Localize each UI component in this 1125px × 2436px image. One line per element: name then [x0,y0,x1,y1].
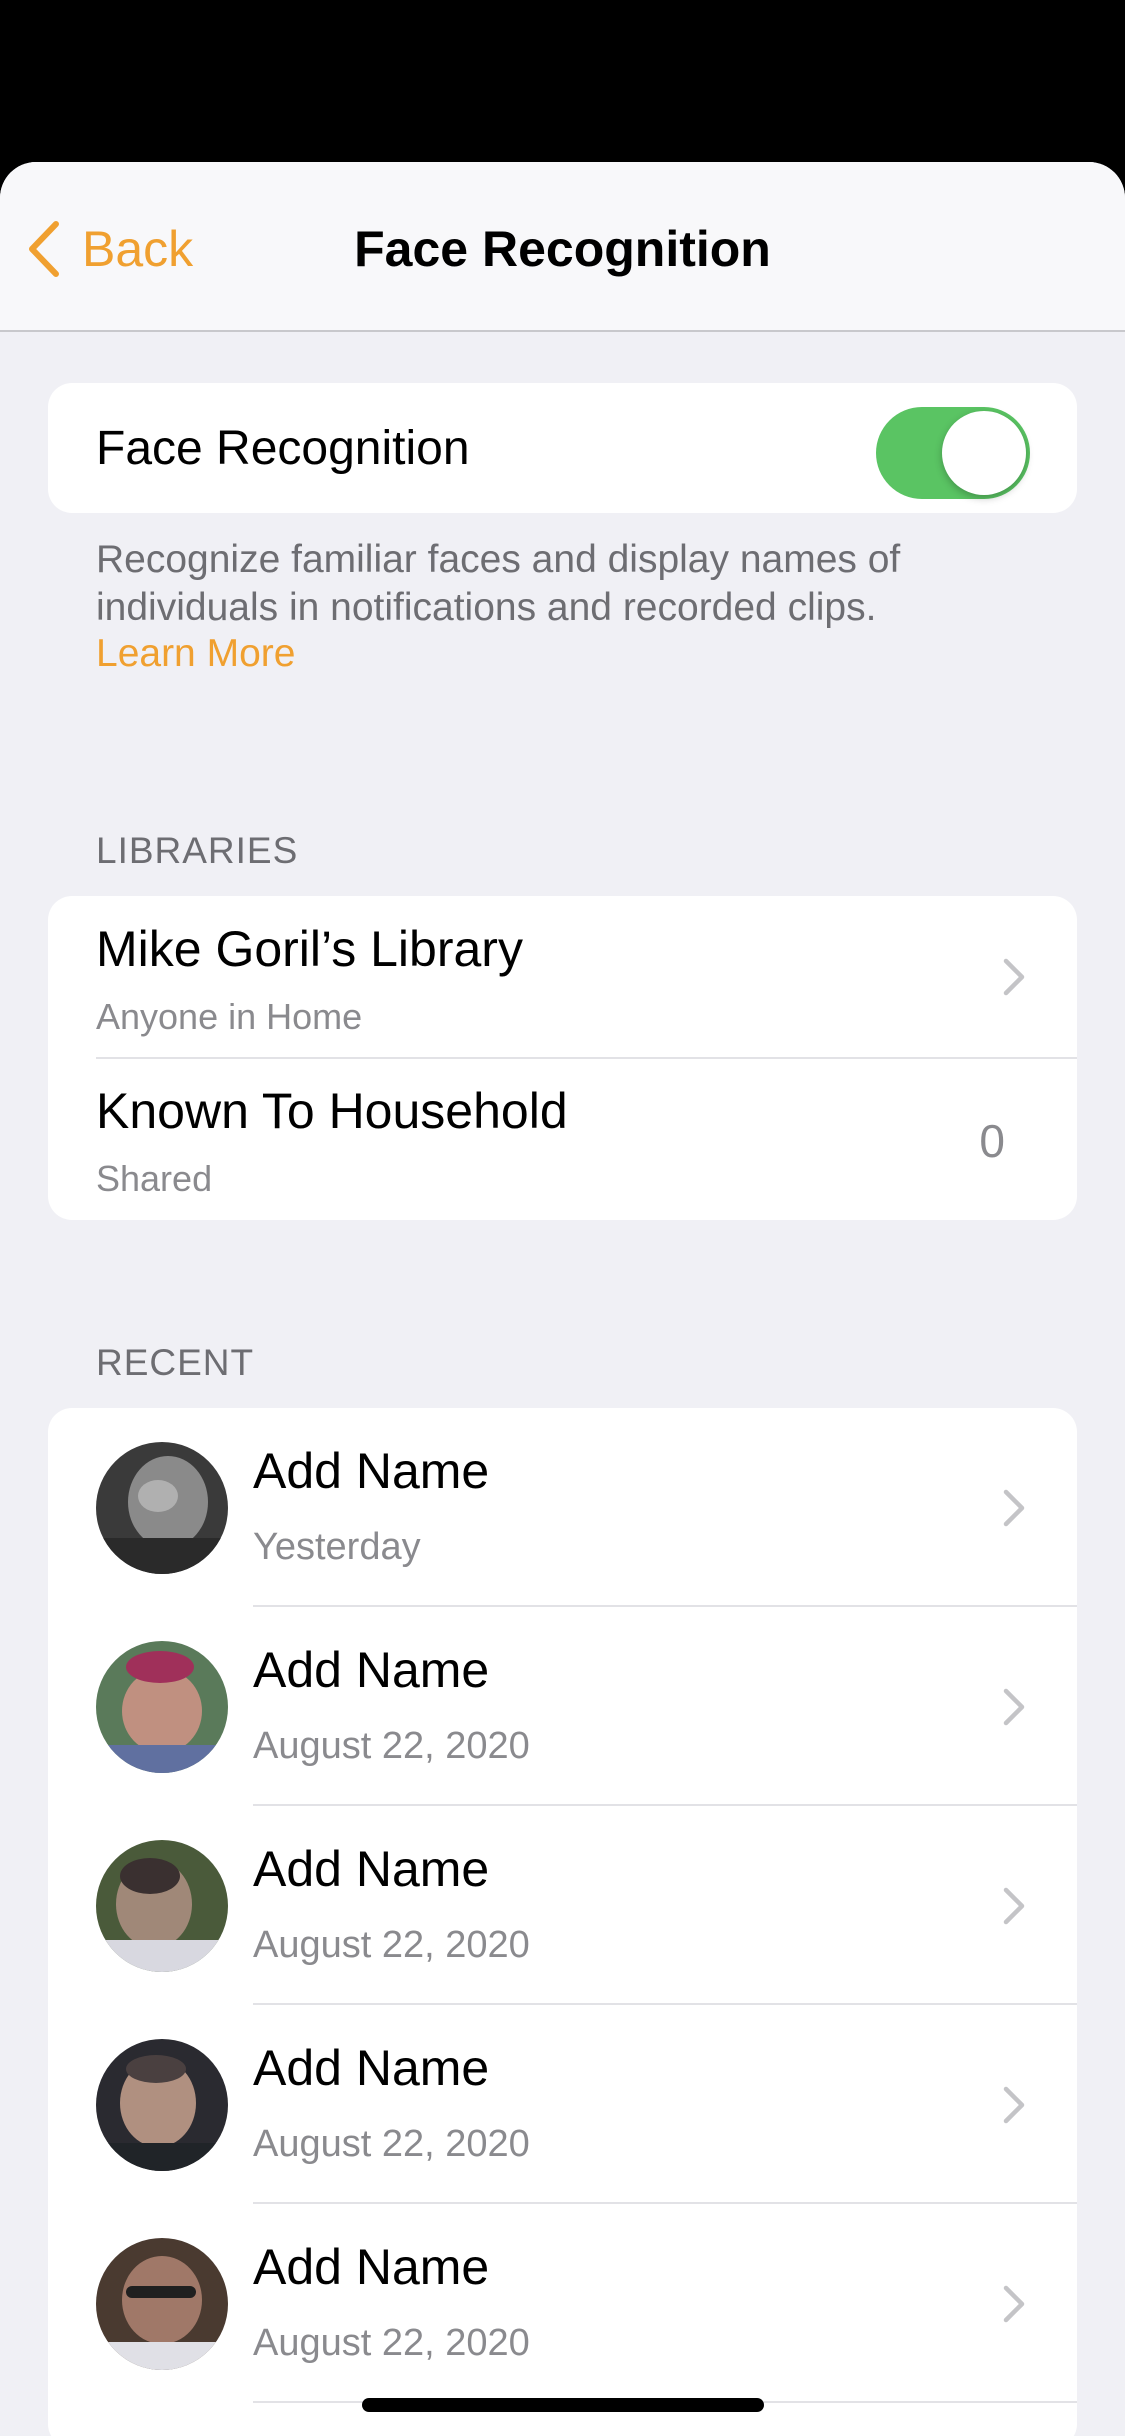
face-name: Add Name [253,2040,490,2096]
navigation-bar: Back Face Recognition [0,162,1125,332]
list-item[interactable]: Add Name August 22, 2020 [48,2204,1077,2403]
face-recognition-description: Recognize familiar faces and display nam… [96,538,901,629]
face-thumbnail [96,2039,228,2171]
chevron-right-icon [1003,1489,1025,1527]
page-title: Face Recognition [354,221,771,277]
list-item[interactable]: Add Name August 22, 2020 [48,1607,1077,1806]
toggle-knob [942,411,1026,495]
face-name: Add Name [253,1642,490,1698]
library-row-known-to-household[interactable]: Known To Household Shared 0 [48,1058,1077,1220]
recent-header: RECENT [96,1342,255,1383]
library-count: 0 [979,1115,1005,1167]
face-thumbnail [96,2238,228,2370]
learn-more-link[interactable]: Learn More [96,632,295,676]
face-thumbnail [96,1641,228,1773]
face-recognition-toggle[interactable] [876,407,1030,499]
chevron-right-icon [1003,1688,1025,1726]
library-subtitle: Shared [96,1158,213,1199]
modal-sheet: Back Face Recognition Face Recognition R… [0,162,1125,2436]
face-date: August 22, 2020 [253,1725,530,1767]
face-thumbnail [96,1840,228,1972]
libraries-list: Mike Goril’s Library Anyone in Home Know… [48,896,1077,1220]
face-thumbnail [96,1442,228,1574]
list-item[interactable]: Add Name Yesterday [48,1408,1077,1607]
face-date: Yesterday [253,1526,421,1568]
face-date: August 22, 2020 [253,2123,530,2165]
face-recognition-card: Face Recognition [48,383,1077,513]
face-name: Add Name [253,1443,490,1499]
chevron-right-icon [1003,958,1025,996]
list-item[interactable]: Add Name August 22, 2020 [48,1806,1077,2005]
library-subtitle: Anyone in Home [96,996,363,1037]
home-indicator [362,2398,764,2412]
face-name: Add Name [253,1841,490,1897]
chevron-right-icon [1003,1887,1025,1925]
face-recognition-label: Face Recognition [96,422,470,475]
list-item[interactable]: Add Name August 22, 2020 [48,2005,1077,2204]
library-row-mike-goril[interactable]: Mike Goril’s Library Anyone in Home [48,896,1077,1059]
face-name: Add Name [253,2239,490,2295]
library-title: Mike Goril’s Library [96,921,523,977]
recent-faces-list: Add Name Yesterday Add Name August 22, 2… [48,1408,1077,2436]
chevron-right-icon [1003,2285,1025,2323]
face-date: August 22, 2020 [253,1924,530,1966]
chevron-right-icon [1003,2086,1025,2124]
face-date: August 22, 2020 [253,2322,530,2364]
libraries-header: LIBRARIES [96,830,299,871]
library-title: Known To Household [96,1083,568,1139]
